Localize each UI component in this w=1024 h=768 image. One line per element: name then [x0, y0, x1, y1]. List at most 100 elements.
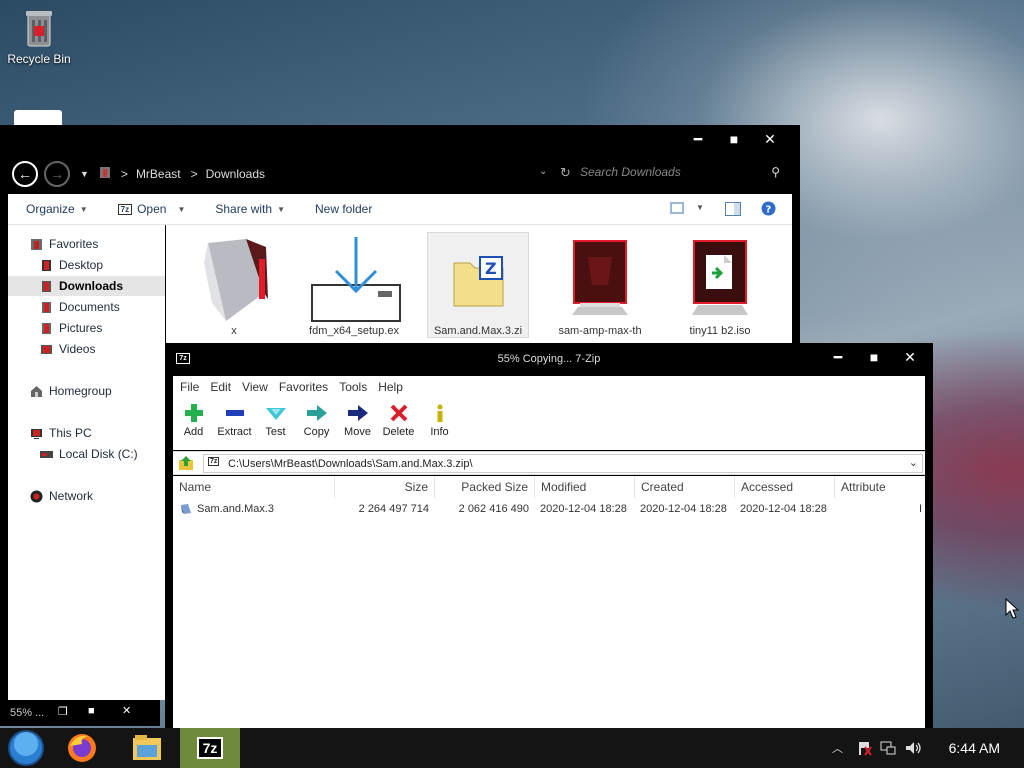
menu-tools[interactable]: Tools [339, 380, 367, 394]
close-button[interactable]: ✕ [122, 704, 131, 717]
desktop-icon-partial[interactable] [14, 110, 62, 126]
nav-this-pc[interactable]: This PC [8, 423, 165, 443]
explorer-minimize-button[interactable]: ━ [680, 127, 716, 151]
nav-favorites[interactable]: Favorites [8, 234, 165, 254]
menu-help[interactable]: Help [378, 380, 403, 394]
nav-videos-label: Videos [59, 342, 96, 356]
explorer-search-input[interactable]: Search Downloads ⚲ [580, 165, 780, 179]
change-view-icon[interactable] [670, 202, 684, 217]
move-label: Move [344, 426, 371, 438]
add-label: Add [183, 426, 204, 438]
nav-downloads[interactable]: Downloads [8, 276, 165, 296]
folder-icon [180, 503, 192, 518]
taskbar-file-explorer[interactable] [117, 728, 177, 768]
help-icon[interactable]: ? [761, 201, 776, 219]
file-item-selected[interactable]: Z Sam.and.Max.3.zi [427, 232, 529, 338]
column-name[interactable]: Name [173, 476, 335, 498]
7zip-menu-bar: File Edit View Favorites Tools Help [173, 376, 925, 398]
recycle-bin-icon [23, 8, 55, 48]
tray-overflow-chevron-icon[interactable]: ︿ [832, 740, 843, 756]
user-folder-icon [99, 166, 111, 182]
forward-button[interactable]: → [44, 161, 70, 187]
action-center-flag-icon[interactable] [856, 740, 872, 759]
checkmark-icon [265, 408, 286, 420]
copy-button[interactable]: Copy [296, 398, 337, 450]
cell-name: Sam.and.Max.3 [197, 503, 275, 515]
plus-icon [184, 404, 203, 422]
7zip-close-button[interactable]: ✕ [892, 345, 928, 369]
test-button[interactable]: Test [255, 398, 296, 450]
archive-path-input[interactable]: 7z C:\Users\MrBeast\Downloads\Sam.and.Ma… [203, 454, 923, 473]
recent-locations-chevron-icon[interactable]: ▼ [80, 169, 89, 179]
nav-desktop[interactable]: Desktop [8, 255, 165, 275]
path-dropdown-chevron-icon[interactable]: ⌄ [909, 456, 918, 469]
new-folder-button[interactable]: New folder [315, 202, 372, 216]
homegroup-icon [30, 385, 43, 398]
minimized-progress-bar[interactable]: 55% ... ❐ ■ ✕ [0, 700, 160, 726]
menu-file[interactable]: File [180, 380, 199, 394]
nav-local-disk[interactable]: Local Disk (C:) [8, 444, 165, 464]
extract-button[interactable]: Extract [214, 398, 255, 450]
breadcrumb-downloads[interactable]: Downloads [206, 167, 265, 181]
open-button[interactable]: 7z Open ▼ [117, 202, 185, 216]
chevron-down-icon: ▼ [79, 204, 88, 214]
volume-icon[interactable] [904, 740, 922, 759]
add-button[interactable]: Add [173, 398, 214, 450]
column-attributes[interactable]: Attribute [835, 476, 925, 498]
star-icon [30, 238, 43, 251]
taskbar-firefox[interactable] [52, 728, 112, 768]
progress-label: 55% ... [10, 707, 45, 719]
explorer-address-bar: ← → ▼ > MrBeast > Downloads ⌄ ↻ Search D… [0, 157, 800, 191]
menu-favorites[interactable]: Favorites [279, 380, 328, 394]
column-size[interactable]: Size [335, 476, 435, 498]
refresh-icon[interactable]: ↻ [560, 165, 571, 181]
info-button[interactable]: Info [419, 398, 460, 450]
nav-network[interactable]: Network [8, 486, 165, 506]
maximize-button[interactable]: ■ [88, 705, 95, 717]
file-item[interactable]: sam-amp-max-th [550, 233, 650, 337]
nav-videos[interactable]: Videos [8, 339, 165, 359]
taskbar-clock[interactable]: 6:44 AM [949, 740, 1000, 756]
cell-size: 2 264 497 714 [358, 503, 429, 515]
column-created[interactable]: Created [635, 476, 735, 498]
delete-button[interactable]: Delete [378, 398, 419, 450]
file-item[interactable]: fdm_x64_setup.ex [304, 233, 404, 337]
column-accessed[interactable]: Accessed [735, 476, 835, 498]
explorer-command-bar: Organize ▼ 7z Open ▼ Share with ▼ New fo… [8, 194, 792, 225]
column-modified[interactable]: Modified [535, 476, 635, 498]
column-packed-size[interactable]: Packed Size [435, 476, 535, 498]
move-arrow-icon [347, 405, 368, 421]
cell-packed-size: 2 062 416 490 [458, 503, 529, 515]
7zip-taskbar-icon: 7z [196, 737, 224, 759]
move-button[interactable]: Move [337, 398, 378, 450]
test-label: Test [265, 426, 286, 438]
file-item[interactable]: x [184, 233, 284, 337]
address-dropdown-chevron-icon[interactable]: ⌄ [539, 166, 547, 177]
menu-view[interactable]: View [242, 380, 268, 394]
file-item[interactable]: tiny11 b2.iso [670, 233, 770, 337]
network-tray-icon[interactable] [880, 740, 896, 759]
7zip-minimize-button[interactable]: ━ [820, 345, 856, 369]
view-chevron-down-icon[interactable]: ▼ [696, 203, 704, 212]
share-with-button[interactable]: Share with ▼ [215, 202, 285, 216]
preview-pane-icon[interactable] [725, 202, 741, 219]
recycle-bin-desktop-icon[interactable]: Recycle Bin [6, 8, 72, 66]
organize-button[interactable]: Organize ▼ [26, 202, 88, 216]
documents-icon [40, 301, 53, 314]
copy-label: Copy [303, 426, 330, 438]
explorer-close-button[interactable]: ✕ [752, 127, 788, 151]
7zip-maximize-button[interactable]: ■ [856, 345, 892, 369]
explorer-maximize-button[interactable]: ■ [716, 127, 752, 151]
taskbar-7zip[interactable]: 7z [180, 728, 240, 768]
archive-path-text: C:\Users\MrBeast\Downloads\Sam.and.Max.3… [228, 457, 473, 470]
menu-edit[interactable]: Edit [210, 380, 231, 394]
restore-button[interactable]: ❐ [58, 705, 68, 718]
back-button[interactable]: ← [12, 161, 38, 187]
nav-documents[interactable]: Documents [8, 297, 165, 317]
search-icon: ⚲ [771, 165, 780, 179]
nav-homegroup[interactable]: Homegroup [8, 381, 165, 401]
nav-pictures[interactable]: Pictures [8, 318, 165, 338]
start-button[interactable] [0, 728, 52, 768]
breadcrumb-mrbeast[interactable]: MrBeast [136, 167, 181, 181]
up-folder-icon[interactable] [178, 455, 194, 474]
